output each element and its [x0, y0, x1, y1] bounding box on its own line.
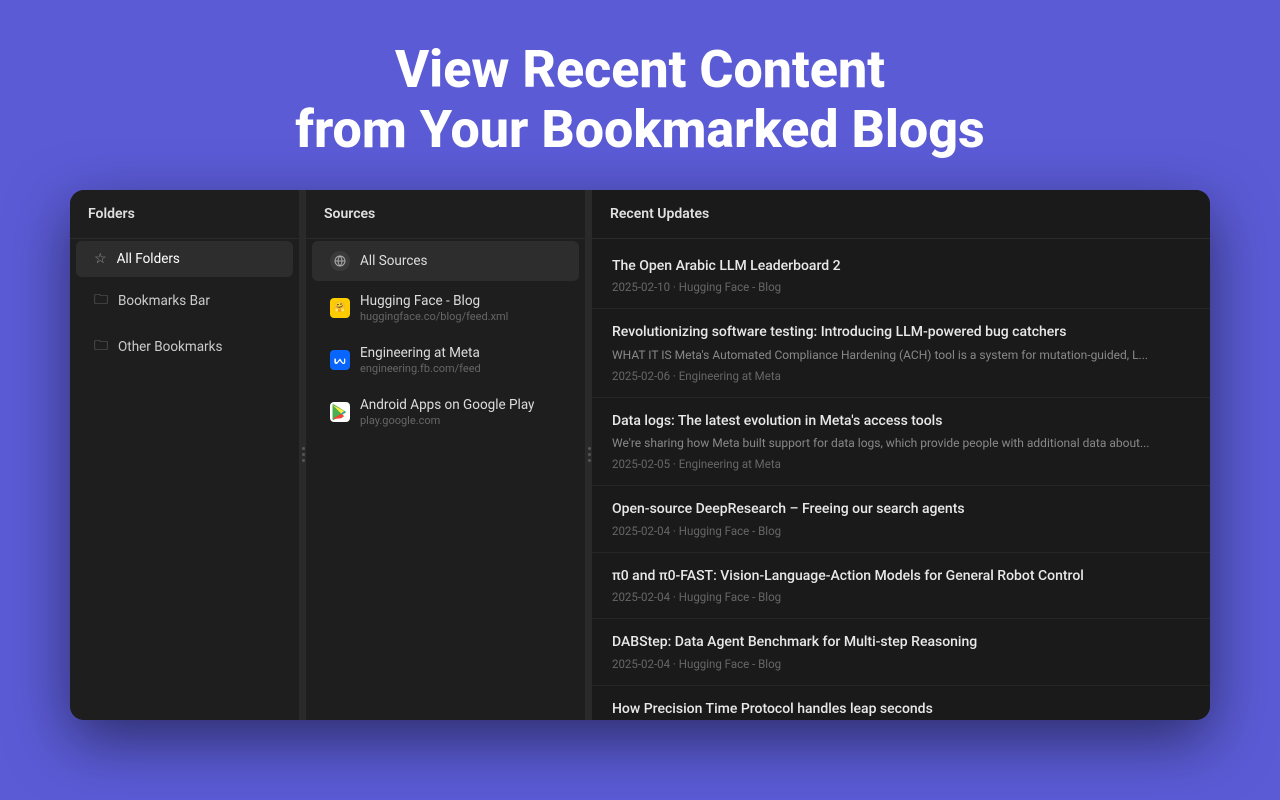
star-icon: ☆ — [94, 251, 107, 267]
update-excerpt: We're sharing how Meta built support for… — [612, 435, 1190, 452]
update-meta: 2025-02-05 · Engineering at Meta — [612, 457, 1190, 471]
hero-title: View Recent Content from Your Bookmarked… — [295, 40, 984, 160]
update-meta: 2025-02-04 · Hugging Face - Blog — [612, 524, 1190, 538]
updates-panel: Recent Updates The Open Arabic LLM Leade… — [592, 190, 1210, 720]
source-item-google-play[interactable]: Android Apps on Google Playplay.google.c… — [312, 387, 579, 437]
source-name: Engineering at Meta — [360, 345, 481, 361]
folder-item-other-bookmarks[interactable]: 🗀 Other Bookmarks — [76, 325, 293, 369]
source-item-engineering-meta[interactable]: Engineering at Metaengineering.fb.com/fe… — [312, 335, 579, 385]
folder-item-bookmarks-bar[interactable]: 🗀 Bookmarks Bar — [76, 279, 293, 323]
update-meta: 2025-02-04 · Hugging Face - Blog — [612, 657, 1190, 671]
update-item-item5[interactable]: π0 and π0-FAST: Vision-Language-Action M… — [592, 553, 1210, 620]
update-item-item4[interactable]: Open-source DeepResearch – Freeing our s… — [592, 486, 1210, 553]
source-item-all-sources[interactable]: All Sources — [312, 241, 579, 281]
source-url: play.google.com — [360, 414, 534, 427]
update-title: The Open Arabic LLM Leaderboard 2 — [612, 257, 1190, 277]
folders-list: ☆ All Folders 🗀 Bookmarks Bar 🗀 Other Bookmar… — [70, 239, 299, 371]
folders-panel: Folders ☆ All Folders 🗀 Bookmarks Bar 🗀 Other… — [70, 190, 300, 720]
folder-icon: 🗀 — [94, 289, 108, 313]
update-title: Data logs: The latest evolution in Meta'… — [612, 412, 1190, 432]
hf-source-icon: 🤗 — [330, 298, 350, 318]
update-meta: 2025-02-04 · Hugging Face - Blog — [612, 590, 1190, 604]
source-url: huggingface.co/blog/feed.xml — [360, 310, 508, 323]
sources-panel-header: Sources — [306, 190, 585, 239]
folder-label: All Folders — [117, 251, 180, 267]
update-item-item6[interactable]: DABStep: Data Agent Benchmark for Multi-… — [592, 619, 1210, 686]
update-item-item1[interactable]: The Open Arabic LLM Leaderboard 2 2025-02… — [592, 243, 1210, 310]
source-url: engineering.fb.com/feed — [360, 362, 481, 375]
folder-item-all-folders[interactable]: ☆ All Folders — [76, 241, 293, 277]
update-item-item3[interactable]: Data logs: The latest evolution in Meta'… — [592, 398, 1210, 486]
update-item-item7[interactable]: How Precision Time Protocol handles leap… — [592, 686, 1210, 720]
update-title: Revolutionizing software testing: Introd… — [612, 323, 1190, 343]
update-meta: 2025-02-06 · Engineering at Meta — [612, 369, 1190, 383]
hero-section: View Recent Content from Your Bookmarked… — [275, 0, 1004, 190]
updates-list: The Open Arabic LLM Leaderboard 2 2025-02… — [592, 239, 1210, 720]
folder-label: Bookmarks Bar — [118, 293, 210, 309]
update-title: π0 and π0-FAST: Vision-Language-Action M… — [612, 567, 1190, 587]
sources-panel: Sources All Sources 🤗 Hugging Face - Blogh… — [306, 190, 586, 720]
update-meta: 2025-02-10 · Hugging Face - Blog — [612, 280, 1190, 294]
gplay-source-icon — [330, 402, 350, 422]
source-name: Hugging Face - Blog — [360, 293, 508, 309]
folder-label: Other Bookmarks — [118, 339, 222, 355]
source-name: Android Apps on Google Play — [360, 397, 534, 413]
source-item-huggingface[interactable]: 🤗 Hugging Face - Bloghuggingface.co/blog/… — [312, 283, 579, 333]
app-body: Folders ☆ All Folders 🗀 Bookmarks Bar 🗀 Other… — [70, 190, 1210, 720]
update-item-item2[interactable]: Revolutionizing software testing: Introd… — [592, 309, 1210, 397]
globe-source-icon — [330, 251, 350, 271]
update-excerpt: WHAT IT IS Meta's Automated Compliance H… — [612, 347, 1190, 364]
folders-panel-header: Folders — [70, 190, 299, 239]
update-title: DABStep: Data Agent Benchmark for Multi-… — [612, 633, 1190, 653]
source-name: All Sources — [360, 253, 428, 269]
update-title: Open-source DeepResearch – Freeing our s… — [612, 500, 1190, 520]
sources-list: All Sources 🤗 Hugging Face - Bloghuggingfa… — [306, 239, 585, 439]
app-window: Folders ☆ All Folders 🗀 Bookmarks Bar 🗀 Other… — [70, 190, 1210, 720]
updates-panel-header: Recent Updates — [592, 190, 1210, 239]
meta-source-icon — [330, 350, 350, 370]
update-title: How Precision Time Protocol handles leap… — [612, 700, 1190, 720]
folder-icon: 🗀 — [94, 335, 108, 359]
